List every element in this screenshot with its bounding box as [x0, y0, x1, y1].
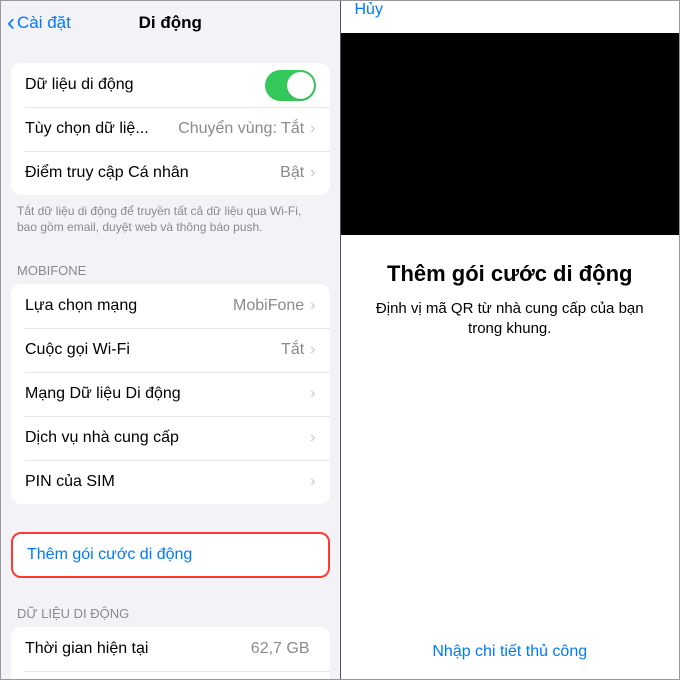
- toggle-cellular-data[interactable]: [265, 70, 316, 101]
- row-wifi-calling[interactable]: Cuộc gọi Wi-Fi Tắt ›: [11, 328, 330, 372]
- row-value: Tắt: [281, 341, 304, 359]
- list-add-plan: Thêm gói cước di động: [11, 532, 330, 578]
- chevron-right-icon: ›: [310, 120, 315, 138]
- camera-viewfinder: [341, 33, 680, 235]
- chevron-right-icon: ›: [310, 297, 315, 315]
- row-cellular-data-network[interactable]: Mạng Dữ liệu Di động ›: [11, 372, 330, 416]
- row-label: Dữ liệu di động: [25, 76, 265, 94]
- row-roaming-period[interactable]: Chuyển vùng TG hiện tại 0 byte: [11, 671, 330, 679]
- row-label: PIN của SIM: [25, 473, 310, 491]
- row-label: Dịch vụ nhà cung cấp: [25, 429, 310, 447]
- chevron-left-icon: ‹: [7, 11, 15, 35]
- chevron-right-icon: ›: [310, 473, 315, 491]
- row-personal-hotspot[interactable]: Điểm truy cập Cá nhân Bật ›: [11, 151, 330, 195]
- cancel-button[interactable]: Hủy: [355, 1, 383, 19]
- settings-pane: ‹ Cài đặt Di động Dữ liệu di động Tùy ch…: [1, 1, 340, 679]
- row-current-period[interactable]: Thời gian hiện tại 62,7 GB: [11, 627, 330, 671]
- chevron-right-icon: ›: [310, 429, 315, 447]
- row-label: Điểm truy cập Cá nhân: [25, 164, 280, 182]
- qr-content: Thêm gói cước di động Định vị mã QR từ n…: [341, 235, 680, 629]
- row-value: 62,7 GB: [251, 640, 310, 658]
- row-data-options[interactable]: Tùy chọn dữ liệ... Chuyển vùng: Tắt ›: [11, 107, 330, 151]
- row-value: Chuyển vùng: Tắt: [178, 120, 304, 138]
- chevron-right-icon: ›: [310, 385, 315, 403]
- row-cellular-data[interactable]: Dữ liệu di động: [11, 63, 330, 107]
- qr-title: Thêm gói cước di động: [365, 261, 656, 287]
- qr-description: Định vị mã QR từ nhà cung cấp của bạn tr…: [365, 299, 656, 340]
- section-header: DỮ LIỆU DI ĐỘNG: [1, 606, 340, 627]
- row-network-selection[interactable]: Lựa chọn mạng MobiFone ›: [11, 284, 330, 328]
- enter-details-manually-link[interactable]: Nhập chi tiết thủ công: [341, 629, 680, 679]
- list-usage: Thời gian hiện tại 62,7 GB Chuyển vùng T…: [11, 627, 330, 679]
- qr-scan-pane: Hủy Thêm gói cước di động Định vị mã QR …: [341, 1, 680, 679]
- row-label: Cuộc gọi Wi-Fi: [25, 341, 281, 359]
- row-label: Thời gian hiện tại: [25, 640, 251, 658]
- section-cellular: Dữ liệu di động Tùy chọn dữ liệ... Chuyể…: [1, 63, 340, 235]
- section-footer: Tắt dữ liệu di động để truyền tất cả dữ …: [1, 195, 340, 235]
- section-carrier: MOBIFONE Lựa chọn mạng MobiFone › Cuộc g…: [1, 263, 340, 504]
- row-label: Mạng Dữ liệu Di động: [25, 385, 310, 403]
- section-header: MOBIFONE: [1, 263, 340, 284]
- back-label: Cài đặt: [17, 13, 71, 33]
- row-label: Lựa chọn mạng: [25, 297, 233, 315]
- list-carrier: Lựa chọn mạng MobiFone › Cuộc gọi Wi-Fi …: [11, 284, 330, 504]
- row-value: MobiFone: [233, 297, 304, 315]
- row-label: Tùy chọn dữ liệ...: [25, 120, 178, 138]
- modal-nav: Hủy: [341, 1, 680, 33]
- section-usage: DỮ LIỆU DI ĐỘNG Thời gian hiện tại 62,7 …: [1, 606, 340, 679]
- row-sim-pin[interactable]: PIN của SIM ›: [11, 460, 330, 504]
- back-button[interactable]: ‹ Cài đặt: [1, 11, 71, 35]
- chevron-right-icon: ›: [310, 341, 315, 359]
- nav-header: ‹ Cài đặt Di động: [1, 1, 340, 45]
- add-cellular-plan-button[interactable]: Thêm gói cước di động: [13, 534, 328, 576]
- chevron-right-icon: ›: [310, 164, 315, 182]
- row-value: Bật: [280, 164, 304, 182]
- list-cellular: Dữ liệu di động Tùy chọn dữ liệ... Chuyể…: [11, 63, 330, 195]
- section-add-plan: Thêm gói cước di động: [1, 532, 340, 578]
- row-carrier-services[interactable]: Dịch vụ nhà cung cấp ›: [11, 416, 330, 460]
